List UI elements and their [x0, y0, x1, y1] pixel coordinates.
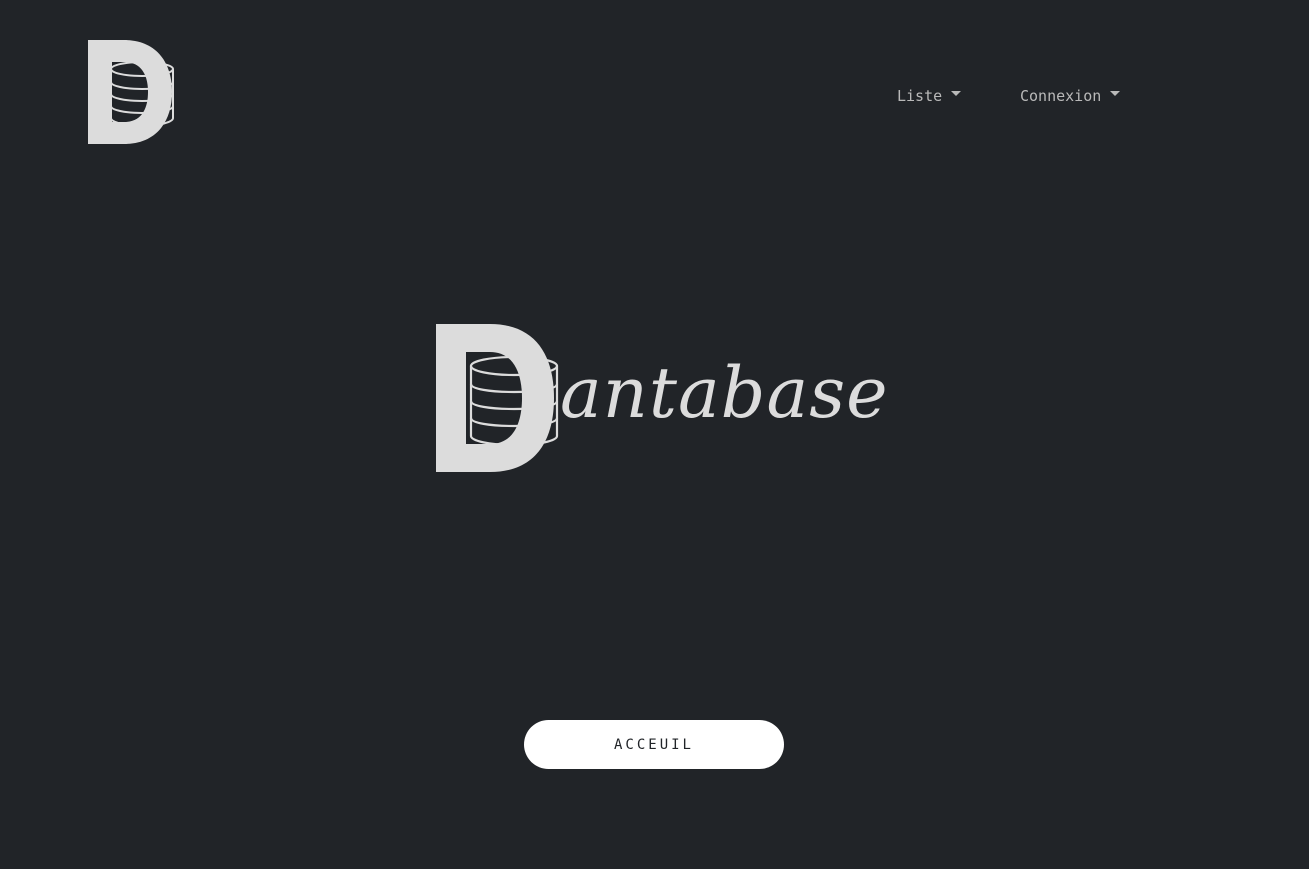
hero-logo: antabase — [430, 318, 888, 478]
nav-item-label: Connexion — [1020, 87, 1102, 105]
caret-down-icon — [951, 91, 962, 96]
database-d-logo-icon — [436, 324, 559, 472]
site-logo[interactable] — [84, 36, 180, 148]
nav-item-connexion[interactable]: Connexion — [1020, 86, 1121, 106]
hero-wordmark: antabase — [560, 352, 889, 434]
accueil-button[interactable]: ACCEUIL — [524, 720, 784, 769]
database-d-logo-icon — [88, 40, 174, 144]
nav-item-liste[interactable]: Liste — [897, 86, 962, 106]
caret-down-icon — [1110, 91, 1121, 96]
navbar: Liste Connexion — [0, 0, 1309, 190]
nav-item-label: Liste — [897, 87, 943, 105]
